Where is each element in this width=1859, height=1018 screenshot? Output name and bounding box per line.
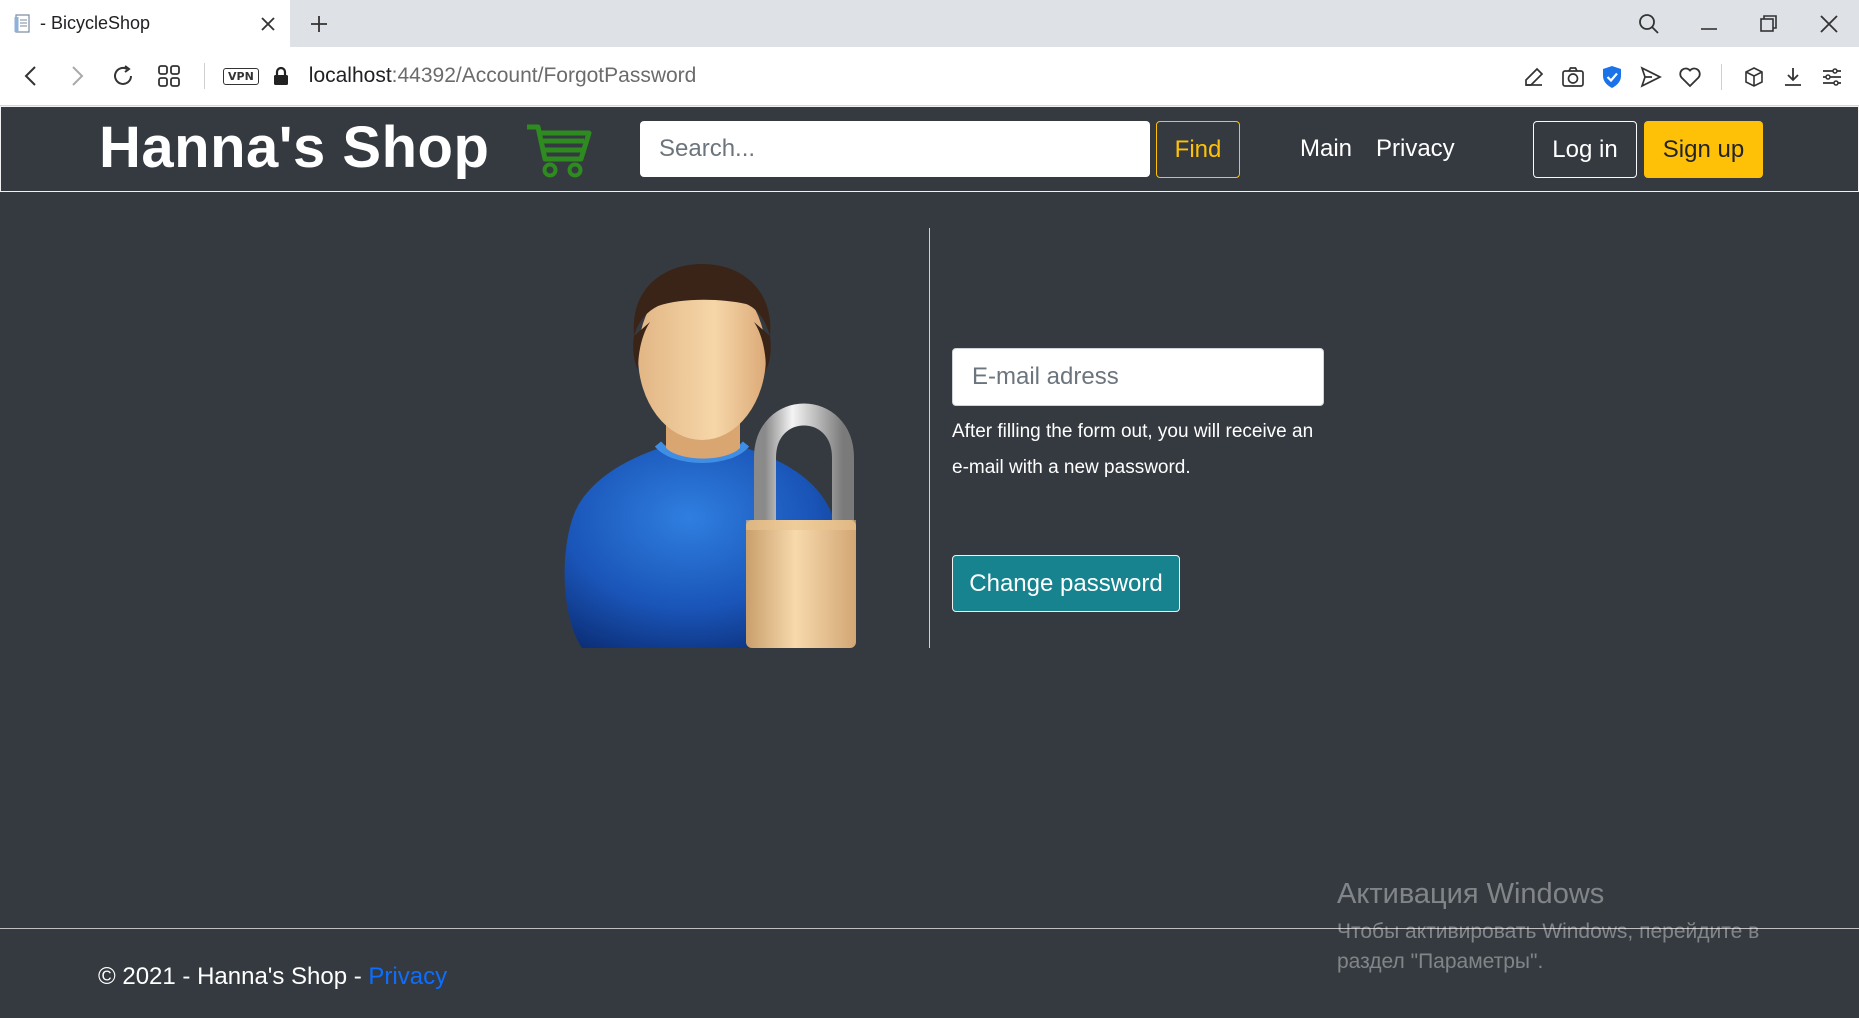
extensions-divider <box>1721 63 1722 90</box>
page-icon <box>12 13 34 35</box>
nav-privacy-link[interactable]: Privacy <box>1376 135 1455 163</box>
footer-copyright: © 2021 - Hanna's Shop - <box>98 963 369 990</box>
shield-icon[interactable] <box>1592 54 1631 100</box>
cube-icon[interactable] <box>1734 54 1773 100</box>
heart-icon[interactable] <box>1670 54 1709 100</box>
window-controls <box>1619 0 1859 47</box>
browser-tab-bar: - BicycleShop <box>0 0 1859 47</box>
toolbar-divider <box>204 63 205 89</box>
login-button[interactable]: Log in <box>1533 121 1637 178</box>
minimize-icon[interactable] <box>1679 0 1739 47</box>
url-field[interactable]: localhost:44392/Account/ForgotPassword <box>309 64 697 88</box>
close-icon[interactable] <box>256 12 280 36</box>
menu-icon[interactable] <box>1812 54 1851 100</box>
find-button[interactable]: Find <box>1156 121 1240 178</box>
change-password-button[interactable]: Change password <box>952 555 1180 612</box>
reload-icon[interactable] <box>100 53 146 99</box>
send-icon[interactable] <box>1631 54 1670 100</box>
search-icon[interactable] <box>1619 0 1679 47</box>
forward-icon[interactable] <box>54 53 100 99</box>
restore-icon[interactable] <box>1739 0 1799 47</box>
user-lock-illustration <box>560 258 894 650</box>
form-help-text: After filling the form out, you will rec… <box>952 421 1314 478</box>
browser-extensions <box>1514 47 1851 106</box>
plus-icon[interactable] <box>305 10 333 38</box>
signup-button[interactable]: Sign up <box>1644 121 1763 178</box>
camera-icon[interactable] <box>1553 54 1592 100</box>
form-divider <box>929 228 930 648</box>
email-field[interactable] <box>952 348 1324 406</box>
pen-icon[interactable] <box>1514 54 1553 100</box>
url-host: localhost <box>308 64 392 87</box>
back-icon[interactable] <box>8 53 54 99</box>
search-input[interactable] <box>640 121 1150 177</box>
url-path: :44392/Account/ForgotPassword <box>391 64 697 87</box>
download-icon[interactable] <box>1773 54 1812 100</box>
browser-address-bar: VPN localhost:44392/Account/ForgotPasswo… <box>0 47 1859 106</box>
grid-icon[interactable] <box>146 53 192 99</box>
window-close-icon[interactable] <box>1799 0 1859 47</box>
windows-activation-subtitle: Чтобы активировать Windows, перейдите в … <box>1337 920 1760 973</box>
vpn-badge[interactable]: VPN <box>223 67 259 85</box>
site-navbar: Hanna's Shop Find Main Privacy Log in Si… <box>0 106 1859 192</box>
cart-icon[interactable] <box>525 119 593 181</box>
footer: © 2021 - Hanna's Shop - Privacy <box>98 963 447 991</box>
windows-activation-title: Активация Windows <box>1337 878 1605 910</box>
footer-privacy-link[interactable]: Privacy <box>368 963 447 990</box>
tab-title: - BicycleShop <box>40 13 151 33</box>
lock-icon[interactable] <box>273 64 293 88</box>
browser-tab[interactable]: - BicycleShop <box>0 0 290 47</box>
nav-main-link[interactable]: Main <box>1300 135 1352 163</box>
brand-logo[interactable]: Hanna's Shop <box>99 115 489 182</box>
